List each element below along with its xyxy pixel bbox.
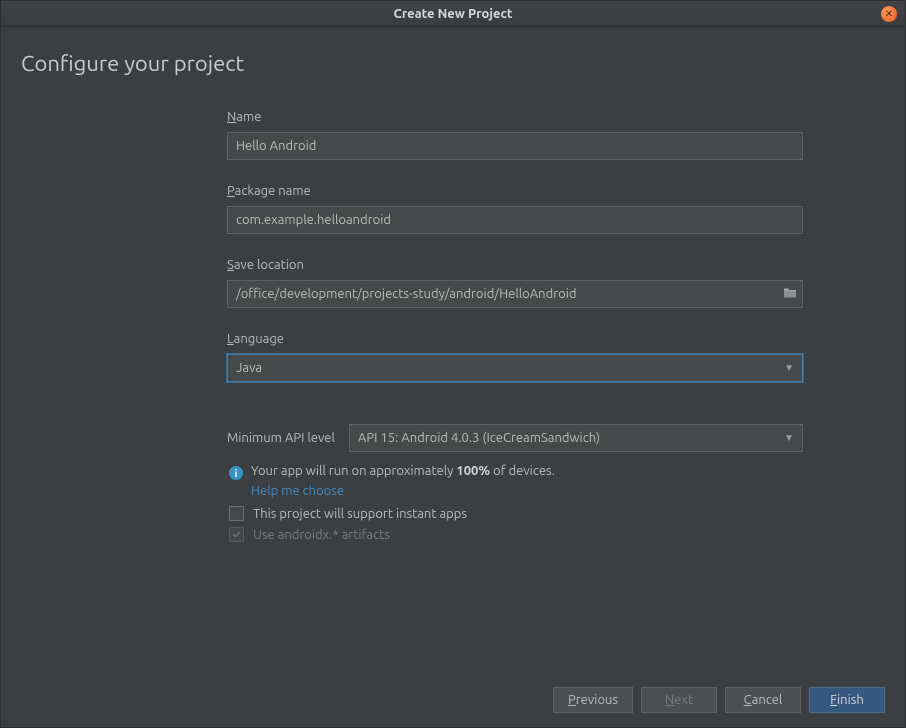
dialog-footer: Previous Next Cancel Finish: [1, 675, 905, 727]
instant-apps-label: This project will support instant apps: [253, 507, 467, 521]
field-language: Language Java ▼: [227, 332, 803, 382]
device-info-row: i Your app will run on approximately 100…: [227, 464, 803, 480]
api-value: API 15: Android 4.0.3 (IceCreamSandwich): [358, 431, 600, 445]
name-label: Name: [227, 110, 803, 124]
androidx-label: Use androidx.* artifacts: [253, 528, 390, 542]
titlebar: Create New Project ✕: [1, 1, 905, 27]
package-label: Package name: [227, 184, 803, 198]
api-select[interactable]: API 15: Android 4.0.3 (IceCreamSandwich)…: [349, 424, 803, 452]
next-button: Next: [641, 687, 717, 713]
chevron-down-icon: ▼: [784, 432, 794, 444]
language-select[interactable]: Java ▼: [227, 354, 803, 382]
location-input[interactable]: [227, 280, 803, 308]
androidx-row: Use androidx.* artifacts: [227, 527, 803, 542]
previous-button[interactable]: Previous: [553, 687, 633, 713]
dialog-content: Configure your project Name Package name…: [1, 27, 905, 675]
field-location: Save location: [227, 258, 803, 308]
window-title: Create New Project: [394, 7, 513, 21]
help-me-choose-link[interactable]: Help me choose: [251, 484, 344, 498]
dialog-window: Create New Project ✕ Configure your proj…: [0, 0, 906, 728]
page-title: Configure your project: [21, 51, 885, 76]
language-value: Java: [236, 361, 262, 375]
location-label: Save location: [227, 258, 803, 272]
androidx-checkbox: [229, 527, 244, 542]
browse-folder-icon[interactable]: [783, 287, 797, 302]
api-row: Minimum API level API 15: Android 4.0.3 …: [227, 424, 803, 452]
instant-apps-checkbox[interactable]: [229, 506, 244, 521]
cancel-button[interactable]: Cancel: [725, 687, 801, 713]
chevron-down-icon: ▼: [784, 362, 794, 374]
package-input[interactable]: [227, 206, 803, 234]
device-info-text: Your app will run on approximately 100% …: [251, 464, 555, 478]
field-name: Name: [227, 110, 803, 160]
finish-button[interactable]: Finish: [809, 687, 885, 713]
language-label: Language: [227, 332, 803, 346]
form-area: Name Package name Save location Language: [227, 110, 803, 548]
close-button[interactable]: ✕: [881, 6, 897, 22]
name-input[interactable]: [227, 132, 803, 160]
info-icon: i: [229, 466, 243, 480]
field-package: Package name: [227, 184, 803, 234]
api-label: Minimum API level: [227, 431, 335, 445]
close-icon: ✕: [885, 8, 893, 20]
instant-apps-row: This project will support instant apps: [227, 506, 803, 521]
